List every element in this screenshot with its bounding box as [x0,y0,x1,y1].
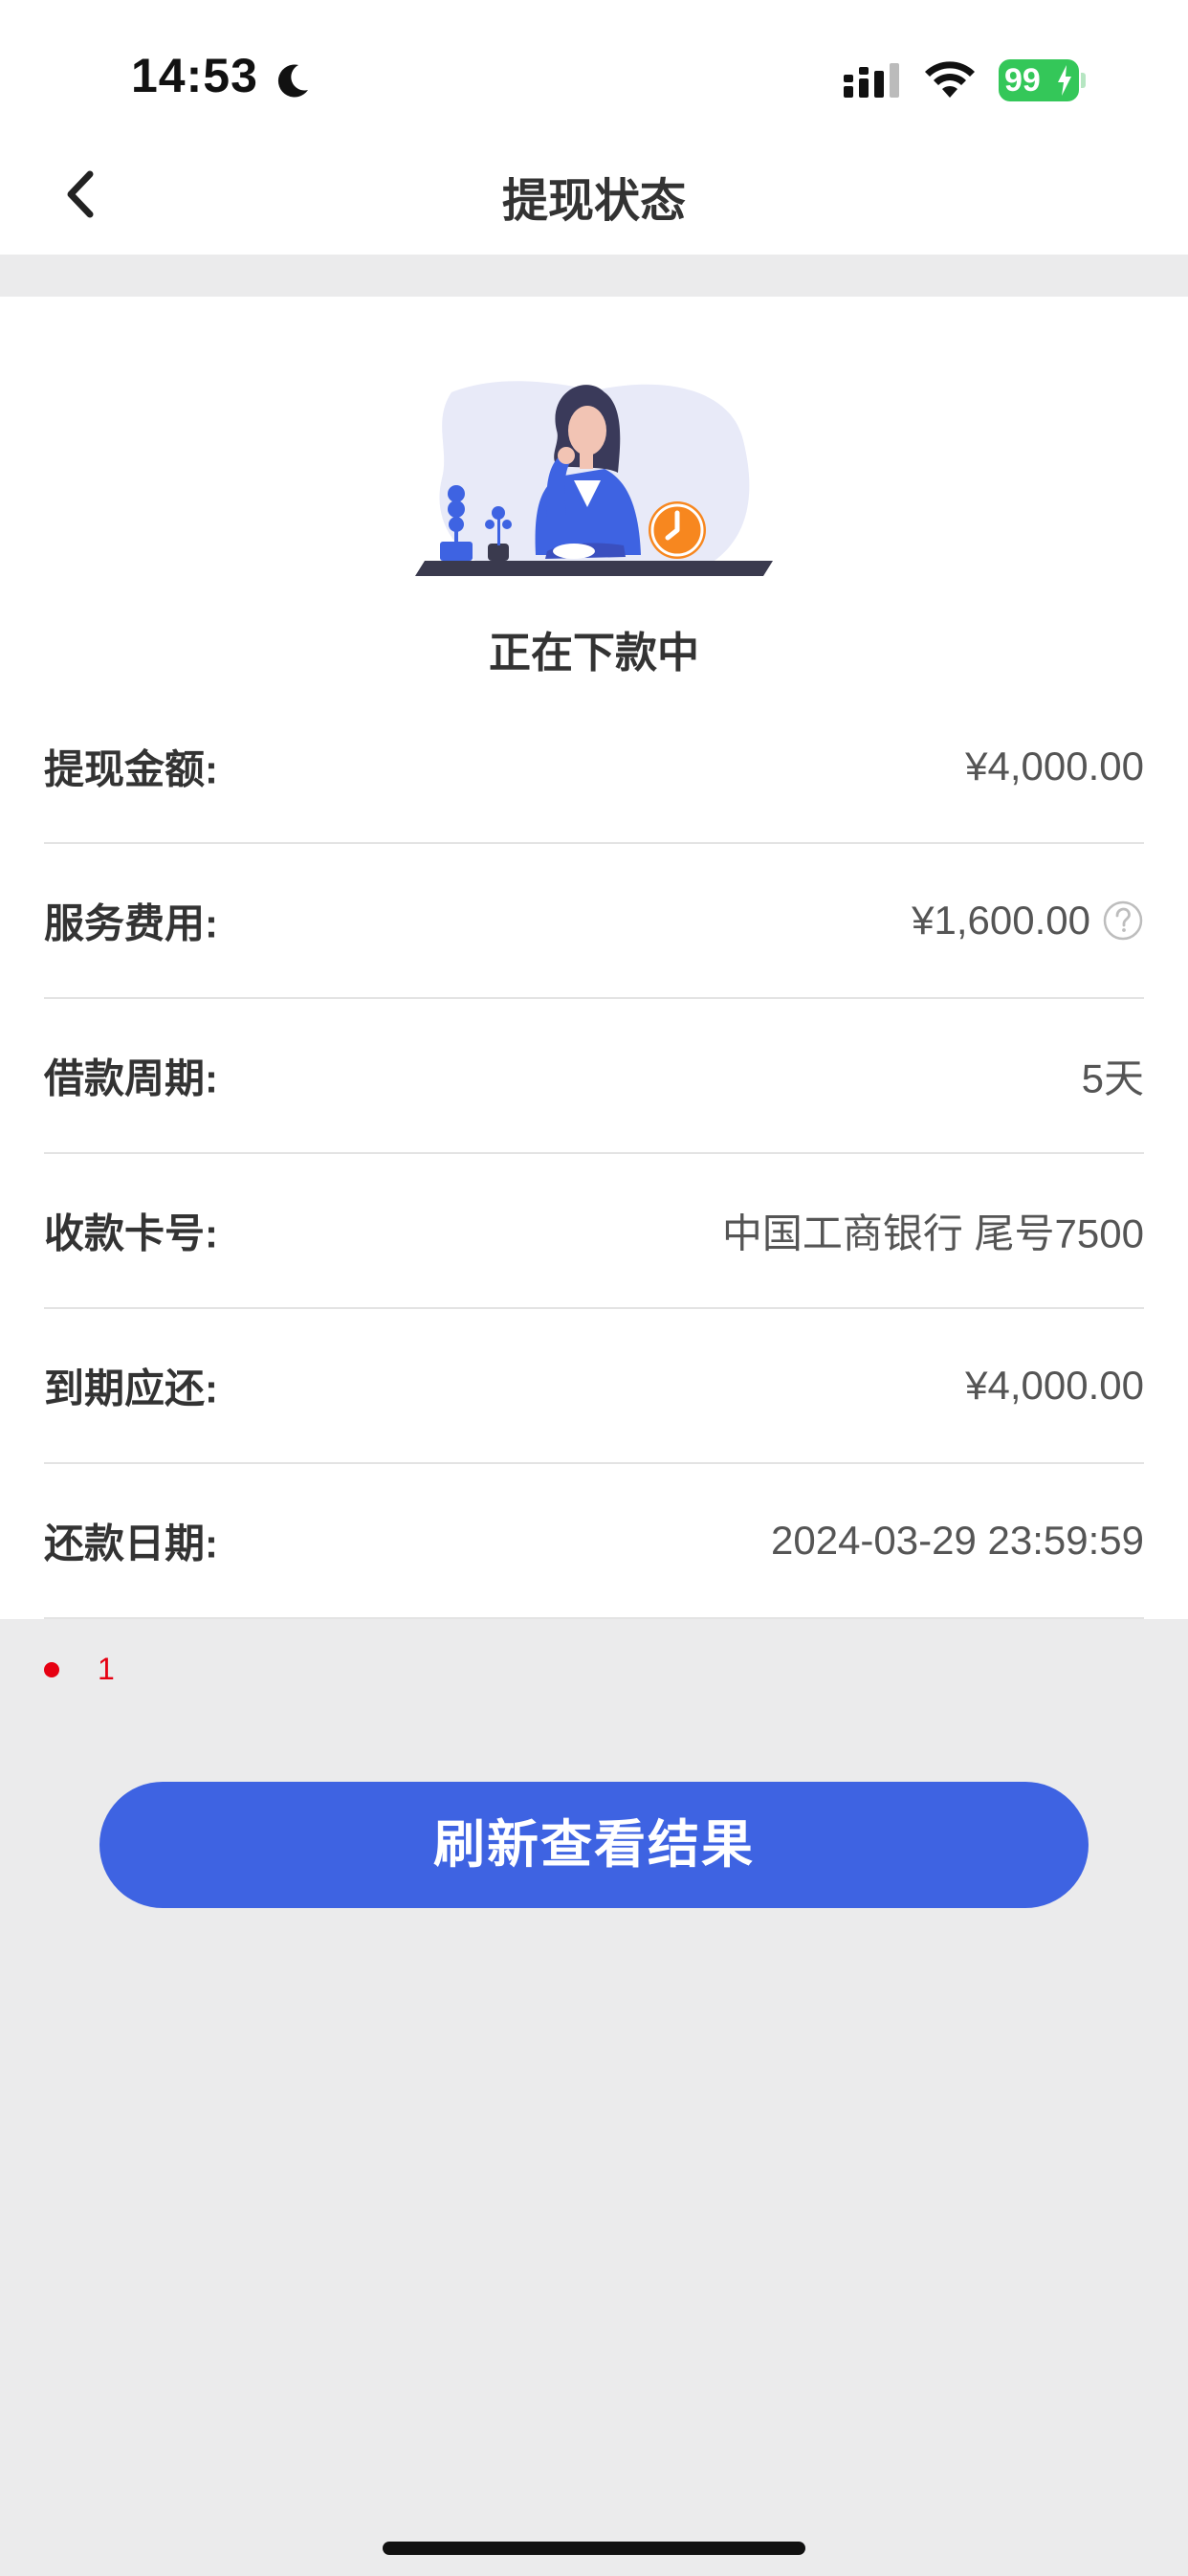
bank-card-label: 收款卡号: [44,1210,218,1256]
info-row-loan-period: 借款周期: 5天 [44,999,1144,1154]
withdraw-status-text: 正在下款中 [489,630,699,677]
amount-due-text: ¥4,000.00 [965,1363,1144,1408]
amount-due-value: ¥4,000.00 [965,1363,1144,1409]
service-fee-value: ¥1,600.00 [912,898,1144,944]
nav-bar: 提现状态 [0,134,1188,255]
red-indicator: 1 [44,1652,115,1687]
refresh-result-button[interactable]: 刷新查看结果 [99,1782,1089,1908]
charging-bolt-icon [1058,65,1071,96]
service-fee-text: ¥1,600.00 [912,898,1090,943]
bank-card-text: 中国工商银行 尾号7500 [721,1210,1144,1256]
battery-level: 99 [1004,62,1041,99]
battery-tip [1081,73,1086,88]
woman-waiting-clock-illustration [415,381,773,576]
loan-period-text: 5天 [1081,1055,1144,1101]
wifi-icon [925,61,975,98]
info-row-bank-card: 收款卡号: 中国工商银行 尾号7500 [44,1154,1144,1309]
withdraw-amount-value: ¥4,000.00 [965,744,1144,789]
info-row-service-fee: 服务费用: ¥1,600.00 [44,844,1144,999]
repayment-date-text: 2024-03-29 23:59:59 [771,1518,1144,1563]
amount-due-label: 到期应还: [44,1366,218,1411]
info-row-amount-due: 到期应还: ¥4,000.00 [44,1309,1144,1464]
signal-icon [844,63,899,98]
service-fee-label: 服务费用: [44,900,218,946]
loan-period-value: 5天 [1082,1047,1144,1105]
question-circle-icon[interactable] [1102,899,1144,942]
battery-icon: 99 [999,59,1079,101]
status-time: 14:53 [131,49,258,102]
withdraw-amount-text: ¥4,000.00 [965,744,1144,788]
withdraw-amount-label: 提现金额: [44,746,218,792]
page-title: 提现状态 [501,176,686,227]
repayment-date-value: 2024-03-29 23:59:59 [771,1518,1144,1564]
info-row-withdraw-amount: 提现金额: ¥4,000.00 [44,691,1144,844]
status-bar: 14:53 99 [0,0,1188,134]
bank-card-value: 中国工商银行 尾号7500 [722,1202,1144,1260]
indicator-text: 1 [98,1652,115,1686]
loan-period-label: 借款周期: [44,1055,218,1101]
info-row-repayment-date: 还款日期: 2024-03-29 23:59:59 [44,1464,1144,1619]
home-indicator[interactable] [383,2542,805,2555]
withdraw-status-card: 正在下款中 提现金额: ¥4,000.00 服务费用: ¥1,600.00 借款… [0,297,1188,1619]
moon-icon [277,64,308,98]
red-dot-icon [44,1661,59,1677]
withdraw-info-list: 提现金额: ¥4,000.00 服务费用: ¥1,600.00 借款周期: 5天 [44,691,1144,1619]
repayment-date-label: 还款日期: [44,1521,218,1566]
